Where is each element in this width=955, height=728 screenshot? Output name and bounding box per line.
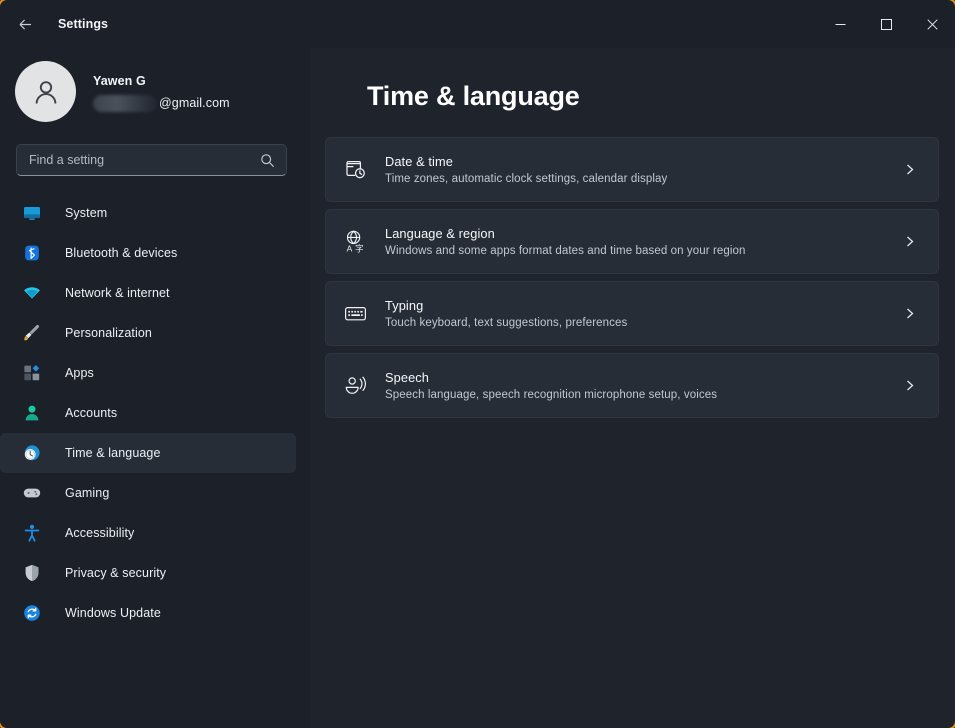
sidebar-item-label: Apps bbox=[65, 366, 94, 380]
sidebar: Yawen G @gmail.com Find a setting System… bbox=[0, 48, 310, 728]
account-name: Yawen G bbox=[93, 73, 146, 88]
chevron-right-icon[interactable] bbox=[903, 307, 916, 320]
card-text: Language & region Windows and some apps … bbox=[385, 226, 746, 257]
search-wrap bbox=[0, 126, 310, 176]
paintbrush-icon bbox=[23, 324, 41, 342]
card-title: Language & region bbox=[385, 226, 495, 241]
card-language-and-region[interactable]: A 字 Language & region Windows and some a… bbox=[325, 209, 939, 274]
card-description: Windows and some apps format dates and t… bbox=[385, 245, 746, 257]
maximize-icon bbox=[880, 18, 892, 30]
window-controls bbox=[817, 0, 955, 48]
card-text: Speech Speech language, speech recogniti… bbox=[385, 370, 717, 401]
update-icon bbox=[23, 604, 41, 622]
settings-card-list: Date & time Time zones, automatic clock … bbox=[325, 137, 939, 418]
card-text: Date & time Time zones, automatic clock … bbox=[385, 154, 667, 185]
sidebar-item-label: Privacy & security bbox=[65, 566, 167, 580]
keyboard-icon bbox=[340, 302, 370, 325]
sidebar-item-apps[interactable]: Apps bbox=[0, 353, 296, 393]
svg-text:A: A bbox=[346, 243, 352, 253]
wifi-icon bbox=[23, 284, 41, 302]
close-icon bbox=[926, 18, 938, 30]
apps-icon bbox=[23, 364, 41, 382]
chevron-right-icon[interactable] bbox=[903, 379, 916, 392]
account-text: Yawen G @gmail.com bbox=[93, 74, 230, 112]
sidebar-item-privacy-and-security[interactable]: Privacy & security bbox=[0, 553, 296, 593]
sidebar-nav: System Bluetooth & devices Network & int… bbox=[0, 193, 310, 633]
card-description: Time zones, automatic clock settings, ca… bbox=[385, 173, 668, 185]
account-block[interactable]: Yawen G @gmail.com bbox=[0, 48, 310, 126]
sidebar-item-label: Bluetooth & devices bbox=[65, 246, 178, 260]
arrow-left-icon bbox=[19, 18, 31, 30]
sidebar-item-system[interactable]: System bbox=[0, 193, 296, 233]
app-title: Settings bbox=[58, 17, 109, 31]
card-title: Date & time bbox=[385, 154, 453, 169]
chevron-right-icon[interactable] bbox=[903, 163, 916, 176]
sidebar-item-label: System bbox=[65, 206, 108, 220]
accessibility-icon bbox=[23, 524, 41, 542]
card-date-and-time[interactable]: Date & time Time zones, automatic clock … bbox=[325, 137, 939, 202]
sidebar-item-label: Personalization bbox=[65, 326, 152, 340]
back-button[interactable] bbox=[9, 8, 41, 40]
speech-icon bbox=[340, 374, 370, 397]
sidebar-item-windows-update[interactable]: Windows Update bbox=[0, 593, 296, 633]
person-icon bbox=[35, 80, 56, 104]
chevron-right-icon[interactable] bbox=[903, 235, 916, 248]
sidebar-item-bluetooth-and-devices[interactable]: Bluetooth & devices bbox=[0, 233, 296, 273]
account-email-row: @gmail.com bbox=[93, 94, 230, 112]
main-content: Time & language Date & time Time zones, … bbox=[310, 48, 955, 728]
minimize-button[interactable] bbox=[817, 0, 863, 48]
card-typing[interactable]: Typing Touch keyboard, text suggestions,… bbox=[325, 281, 939, 346]
account-icon bbox=[23, 404, 41, 422]
card-title: Typing bbox=[385, 298, 424, 313]
sidebar-item-label: Time & language bbox=[65, 446, 161, 460]
sidebar-item-gaming[interactable]: Gaming bbox=[0, 473, 296, 513]
card-title: Speech bbox=[385, 370, 430, 385]
globe-language-icon: A 字 bbox=[340, 230, 370, 253]
email-redaction-blur bbox=[93, 94, 157, 112]
avatar bbox=[15, 61, 76, 122]
sidebar-item-accessibility[interactable]: Accessibility bbox=[0, 513, 296, 553]
close-button[interactable] bbox=[909, 0, 955, 48]
calendar-clock-icon bbox=[340, 158, 370, 181]
sidebar-item-personalization[interactable]: Personalization bbox=[0, 313, 296, 353]
clock-globe-icon bbox=[23, 444, 41, 462]
search-box[interactable] bbox=[16, 144, 287, 176]
sidebar-item-time-and-language[interactable]: Time & language bbox=[0, 433, 296, 473]
settings-window: Settings Yawen G @gmail.com Find a setti… bbox=[0, 0, 955, 728]
shield-icon bbox=[23, 564, 41, 582]
search-input[interactable] bbox=[17, 153, 286, 167]
sidebar-item-label: Accessibility bbox=[65, 526, 135, 540]
search-icon[interactable] bbox=[260, 153, 275, 173]
sidebar-item-label: Network & internet bbox=[65, 286, 170, 300]
title-bar: Settings bbox=[0, 0, 955, 48]
sidebar-item-accounts[interactable]: Accounts bbox=[0, 393, 296, 433]
minimize-icon bbox=[835, 23, 845, 25]
sidebar-item-label: Windows Update bbox=[65, 606, 161, 620]
sidebar-item-label: Gaming bbox=[65, 486, 110, 500]
bluetooth-icon bbox=[23, 244, 41, 262]
svg-text:字: 字 bbox=[355, 243, 363, 253]
page-title: Time & language bbox=[367, 81, 580, 111]
maximize-button[interactable] bbox=[863, 0, 909, 48]
card-text: Typing Touch keyboard, text suggestions,… bbox=[385, 298, 627, 329]
sidebar-item-label: Accounts bbox=[65, 406, 118, 420]
card-speech[interactable]: Speech Speech language, speech recogniti… bbox=[325, 353, 939, 418]
card-description: Touch keyboard, text suggestions, prefer… bbox=[385, 317, 628, 329]
monitor-icon bbox=[23, 204, 41, 222]
card-description: Speech language, speech recognition micr… bbox=[385, 389, 718, 401]
gamepad-icon bbox=[23, 484, 41, 502]
sidebar-item-network-and-internet[interactable]: Network & internet bbox=[0, 273, 296, 313]
account-email: @gmail.com bbox=[159, 96, 230, 110]
